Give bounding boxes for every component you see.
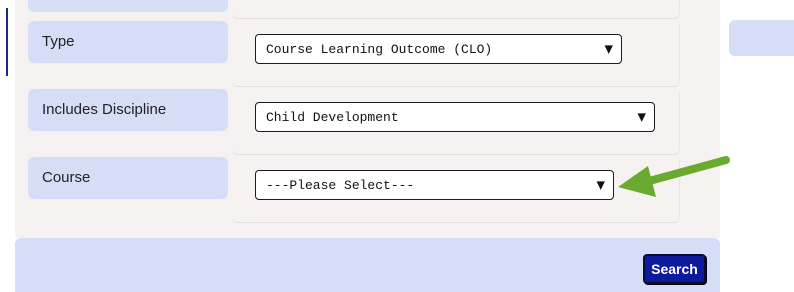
includes-discipline-select-value: Child Development [266,109,399,125]
course-select-value: ---Please Select--- [266,177,415,193]
previous-row-value-cell [232,0,680,19]
search-button[interactable]: Search [643,254,706,284]
chevron-down-icon: ▼ [604,42,613,56]
arrow-left-icon [618,156,730,197]
course-select[interactable]: ---Please Select--- ▼ [255,170,614,200]
page-divider-line [6,8,8,76]
type-select-value: Course Learning Outcome (CLO) [266,41,493,57]
previous-row-label [28,0,228,12]
side-panel-tab [729,20,794,56]
includes-discipline-label: Includes Discipline [28,89,228,131]
type-label-text: Type [42,33,75,50]
type-label: Type [28,21,228,63]
action-bar [15,238,720,292]
includes-discipline-select[interactable]: Child Development ▼ [255,102,655,132]
search-button-label: Search [651,261,698,277]
chevron-down-icon: ▼ [637,110,646,124]
course-label: Course [28,157,228,199]
course-label-text: Course [42,169,91,186]
includes-discipline-label-text: Includes Discipline [42,101,167,118]
chevron-down-icon: ▼ [596,178,605,192]
type-select[interactable]: Course Learning Outcome (CLO) ▼ [255,34,622,64]
